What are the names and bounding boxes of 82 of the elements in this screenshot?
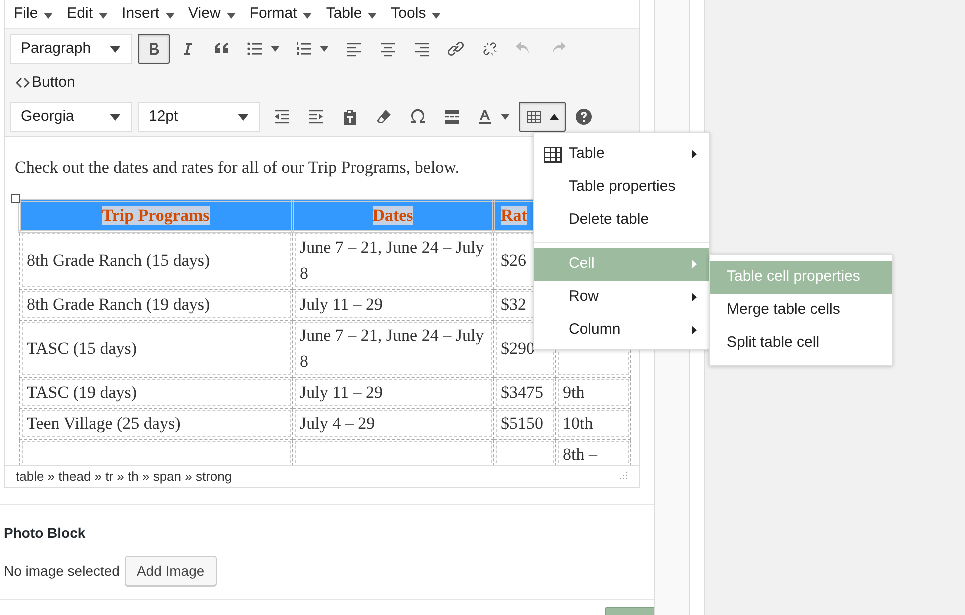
caret-icon — [166, 12, 175, 18]
caret-icon — [238, 114, 249, 120]
broken-link-icon — [482, 41, 498, 57]
omega-icon — [410, 109, 426, 125]
button-tool[interactable]: Button — [10, 68, 82, 98]
dropdown-field[interactable]: Georgia — [10, 102, 132, 132]
horizontal-rule-icon — [444, 109, 460, 125]
resize-handle-icon[interactable] — [11, 194, 20, 203]
table-cell: $26 — [501, 250, 526, 270]
table-cell: July 11 – 29 — [300, 294, 383, 314]
table-cell: June 7 – 21, June 24 – July 8 — [300, 326, 484, 370]
numbered-list-icon — [296, 41, 312, 57]
menu-item[interactable]: Table — [534, 138, 709, 171]
caret-icon — [110, 46, 121, 52]
table-cell: $3475 — [501, 382, 544, 402]
bold-button[interactable] — [138, 34, 170, 64]
caret-icon — [226, 12, 236, 18]
link-icon — [448, 41, 464, 57]
menu-button[interactable]: Tools — [391, 2, 442, 26]
table-cell: 8th – — [563, 444, 598, 464]
menu-item[interactable]: Table properties — [534, 171, 709, 204]
align-right-icon — [414, 41, 430, 57]
table-cell: July 11 – 29 — [300, 382, 383, 402]
caret-icon — [271, 46, 280, 52]
menu-button[interactable]: View — [188, 2, 236, 26]
caret-icon — [432, 12, 442, 18]
caret-icon — [368, 12, 378, 18]
submenu-arrow-icon — [692, 326, 697, 335]
header-cell: Trip Programs — [102, 206, 210, 225]
table-cell: June 7 – 21, June 24 – July 8 — [300, 238, 484, 282]
caret-icon — [320, 46, 329, 52]
menu-item[interactable]: Merge table cells — [710, 294, 892, 327]
element-path[interactable]: table » thead » tr » th » span » strong — [16, 466, 232, 486]
table-cell: 8th Grade Ranch (19 days) — [27, 294, 210, 314]
align-left-icon — [346, 41, 362, 57]
submenu-arrow-icon — [692, 260, 697, 269]
table-cell: TASC (19 days) — [27, 382, 138, 402]
submenu-arrow-icon — [692, 150, 697, 159]
table-icon — [526, 109, 542, 125]
table-cell: Teen Village (25 days) — [27, 414, 181, 432]
table-cell: TASC (15 days) — [27, 338, 138, 358]
resize-handle-icon[interactable] — [619, 472, 628, 481]
caret-icon — [110, 114, 121, 120]
eraser-icon — [376, 109, 392, 125]
table-cell: 8th Grade Ranch (15 days) — [27, 250, 210, 270]
menu-item[interactable]: Row — [534, 281, 709, 314]
table-cell: $5150 — [501, 414, 544, 432]
menu-button[interactable]: Insert — [122, 2, 175, 26]
caret-icon — [501, 114, 510, 120]
table-cell: 9th — [563, 382, 585, 402]
menu-item[interactable]: Delete table — [534, 204, 709, 237]
caret-icon — [99, 12, 108, 18]
bullet-list-icon — [247, 41, 263, 57]
indent-icon — [308, 109, 324, 125]
menu-item[interactable]: Column — [534, 314, 709, 347]
outdent-icon — [274, 109, 290, 125]
header-cell: Dates — [372, 206, 414, 225]
caret-icon — [303, 12, 312, 18]
text-color-icon — [477, 109, 493, 125]
table-cell: July 4 – 29 — [300, 414, 376, 432]
menu-item[interactable]: Split table cell — [710, 327, 892, 360]
help-icon — [576, 109, 592, 125]
dropdown-field[interactable]: 12pt — [138, 102, 260, 132]
menu-button[interactable]: Table — [326, 2, 378, 26]
table-button[interactable] — [519, 102, 566, 132]
add-image-button[interactable]: Add Image — [124, 556, 217, 586]
menu-button[interactable]: Format — [250, 2, 312, 26]
align-center-icon — [380, 41, 396, 57]
status-text: No image selected — [4, 562, 120, 581]
table-cell: 10th — [563, 414, 594, 432]
table-cell: $32 — [501, 294, 526, 314]
menu-button[interactable]: File — [14, 2, 54, 26]
caret-icon — [44, 12, 54, 18]
table-icon — [544, 147, 562, 163]
menu-button[interactable]: Edit — [67, 2, 108, 26]
paragraph-text: Check out the dates and rates for all of our Trip Programs, below. — [15, 157, 461, 179]
dropdown-field[interactable]: Paragraph — [10, 34, 132, 64]
section-heading: Photo Block — [4, 524, 87, 543]
clipboard-icon — [342, 109, 358, 125]
caret-icon — [550, 114, 559, 120]
code-icon — [16, 77, 30, 89]
submenu-arrow-icon — [692, 293, 697, 302]
